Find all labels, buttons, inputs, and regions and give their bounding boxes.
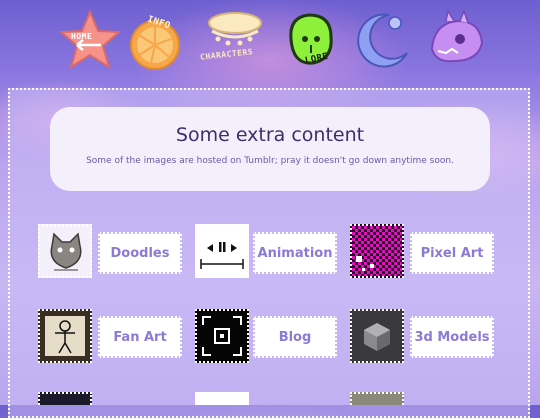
intro-card: Some extra content Some of the images ar… bbox=[50, 107, 490, 191]
nav-characters[interactable]: CHARACTERS bbox=[198, 6, 268, 74]
crescent-moon-icon bbox=[357, 13, 408, 68]
nav-home[interactable]: HOME bbox=[55, 6, 125, 74]
doodles-thumbnail[interactable] bbox=[38, 224, 92, 278]
cat-icon bbox=[50, 232, 82, 271]
nav-skull[interactable] bbox=[420, 6, 490, 74]
pixel-pattern-icon bbox=[352, 226, 402, 276]
blog-thumbnail[interactable] bbox=[195, 309, 249, 363]
playback-icon bbox=[200, 242, 244, 269]
doodles-button[interactable]: Doodles bbox=[98, 232, 182, 274]
top-nav: HOME INFO CHARACTERS LORE bbox=[0, 0, 540, 82]
animation-label: Animation bbox=[257, 245, 333, 261]
3d-models-thumbnail[interactable] bbox=[350, 309, 404, 363]
page-subtitle: Some of the images are hosted on Tumblr;… bbox=[86, 156, 454, 166]
doodles-label: Doodles bbox=[110, 245, 170, 261]
blog-label: Blog bbox=[278, 329, 312, 345]
blog-button[interactable]: Blog bbox=[253, 316, 337, 358]
cube-icon bbox=[364, 323, 390, 351]
nav-moon[interactable] bbox=[345, 6, 415, 74]
page-title: Some extra content bbox=[175, 124, 365, 146]
3d-models-button[interactable]: 3d Models bbox=[410, 316, 494, 358]
fan-art-label: Fan Art bbox=[113, 329, 167, 345]
row3-thumbnail-3[interactable] bbox=[350, 392, 404, 405]
pixel-art-thumbnail[interactable] bbox=[350, 224, 404, 278]
pixel-art-label: Pixel Art bbox=[420, 245, 484, 261]
animation-thumbnail[interactable] bbox=[195, 224, 249, 278]
fan-art-button[interactable]: Fan Art bbox=[98, 316, 182, 358]
animation-button[interactable]: Animation bbox=[253, 232, 337, 274]
nav-lore[interactable]: LORE bbox=[275, 6, 345, 74]
camera-frame-icon bbox=[202, 316, 242, 356]
characters-banner-icon bbox=[208, 12, 262, 46]
nav-info[interactable]: INFO bbox=[125, 6, 195, 74]
nav-home-label: HOME bbox=[71, 32, 93, 41]
row3-thumbnail-2[interactable] bbox=[195, 392, 249, 405]
creature-skull-icon bbox=[430, 8, 484, 63]
3d-models-label: 3d Models bbox=[414, 329, 490, 345]
pixel-art-button[interactable]: Pixel Art bbox=[410, 232, 494, 274]
fan-art-thumbnail[interactable] bbox=[38, 309, 92, 363]
stick-figure-icon bbox=[45, 316, 85, 356]
row3-thumbnail-1[interactable] bbox=[38, 392, 92, 405]
